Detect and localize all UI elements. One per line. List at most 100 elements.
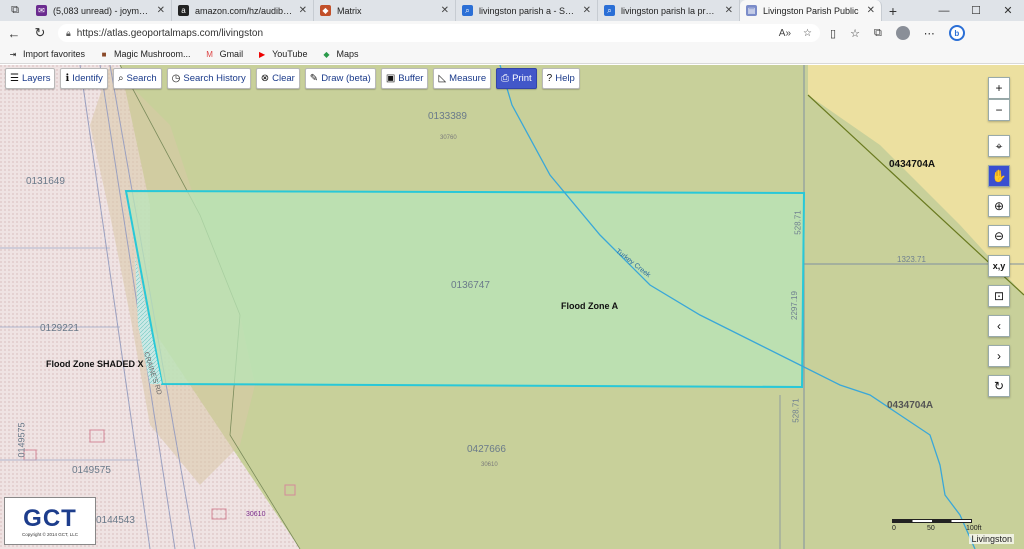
clear-button[interactable]: ⊗ Clear xyxy=(255,68,300,89)
parcel-label: 0136747 xyxy=(451,280,490,291)
pan-button[interactable]: ✋ xyxy=(988,165,1010,187)
search-icon: ⌕ xyxy=(462,5,473,16)
more-menu-icon[interactable]: ⋯ xyxy=(924,27,935,40)
logo-text: GCT xyxy=(23,504,77,532)
new-tab-button[interactable]: + xyxy=(882,0,904,21)
zoom-out-button[interactable]: − xyxy=(988,99,1010,121)
layers-button[interactable]: ☰ Layers xyxy=(5,68,56,89)
scale-tick: 100ft xyxy=(966,525,982,532)
previous-extent-button[interactable]: ‹ xyxy=(988,315,1010,337)
close-tab-icon[interactable]: ✕ xyxy=(299,5,307,16)
tab-title: livingston parish a - Search xyxy=(479,5,577,16)
map-side-tools: + − ⌖ ✋ ⊕ ⊖ x,y ⊡ ‹ › ↻ xyxy=(988,77,1010,405)
address-label: 30610 xyxy=(246,511,266,518)
maximize-icon[interactable]: ☐ xyxy=(960,0,992,21)
zoom-in-button[interactable]: + xyxy=(988,77,1010,99)
full-extent-button[interactable]: ⊡ xyxy=(988,285,1010,307)
tab-title: amazon.com/hz/audible/chec xyxy=(195,5,293,16)
copilot-icon[interactable]: b xyxy=(948,25,965,41)
clear-icon: ⊗ xyxy=(260,73,270,84)
chevron-left-icon: ‹ xyxy=(997,319,1001,333)
favorites-icon[interactable]: ☆ xyxy=(850,27,860,40)
browser-tab-mail[interactable]: ✉ (5,083 unread) - joymartin009 ✕ xyxy=(30,0,172,21)
zoom-out-icon: − xyxy=(995,103,1003,117)
tab-title: Matrix xyxy=(337,5,362,16)
tab-title: Livingston Parish Public xyxy=(763,5,859,16)
button-label: Layers xyxy=(21,73,51,84)
browser-tab-matrix[interactable]: ◆ Matrix ✕ xyxy=(314,0,456,21)
address-label: 30760 xyxy=(440,135,457,141)
page-icon: ▤ xyxy=(746,5,757,16)
close-tab-icon[interactable]: ✕ xyxy=(157,5,165,16)
minimize-icon[interactable]: — xyxy=(928,0,960,21)
youtube-icon: ▶ xyxy=(259,49,266,59)
read-aloud-icon[interactable]: A» xyxy=(779,28,791,39)
ruler-icon: ◺ xyxy=(438,73,447,84)
favorite-gmail[interactable]: M Gmail xyxy=(205,49,244,59)
address-bar-row: ← ↻ 🔒︎ https://atlas.geoportalmaps.com/l… xyxy=(0,21,1024,45)
scale-tick: 0 xyxy=(892,525,896,532)
favorite-youtube[interactable]: ▶ YouTube xyxy=(257,49,307,59)
favorite-star-icon[interactable]: ☆ xyxy=(803,28,812,39)
url-text: https://atlas.geoportalmaps.com/livingst… xyxy=(76,27,264,39)
help-icon: ? xyxy=(546,73,553,84)
parcel-label: 0133389 xyxy=(428,111,467,122)
scale-tick: 50 xyxy=(927,525,935,532)
back-icon[interactable]: ← xyxy=(6,26,22,41)
lock-icon[interactable]: 🔒︎ xyxy=(66,28,71,39)
map-canvas[interactable] xyxy=(0,65,1024,549)
address-bar[interactable]: 🔒︎ https://atlas.geoportalmaps.com/livin… xyxy=(58,24,820,42)
chevron-right-icon: › xyxy=(997,349,1001,363)
window-controls: — ☐ ✕ xyxy=(928,0,1024,21)
map-toolbar: ☰ Layers ℹ Identify ⌕ Search ◷ Search Histor… xyxy=(5,68,580,89)
gmail-icon: M xyxy=(206,49,213,59)
refresh-map-button[interactable]: ↻ xyxy=(988,375,1010,397)
buffer-button[interactable]: ▣ Buffer xyxy=(380,68,429,89)
browser-tab-livingston[interactable]: ▤ Livingston Parish Public ✕ xyxy=(740,0,882,21)
zoom-box-out-button[interactable]: ⊖ xyxy=(988,225,1010,247)
search-history-button[interactable]: ◷ Search History xyxy=(166,68,251,89)
locate-button[interactable]: ⌖ xyxy=(988,135,1010,157)
button-label: Measure xyxy=(449,73,487,84)
favorite-label: YouTube xyxy=(272,49,308,59)
search-button[interactable]: ⌕ Search xyxy=(112,68,162,89)
close-tab-icon[interactable]: ✕ xyxy=(867,5,875,16)
measure-button[interactable]: ◺ Measure xyxy=(433,68,492,89)
xy-button[interactable]: x,y xyxy=(988,255,1010,277)
close-window-icon[interactable]: ✕ xyxy=(992,0,1024,21)
identify-button[interactable]: ℹ Identify xyxy=(60,68,108,89)
split-screen-icon[interactable]: ▯ xyxy=(830,27,836,40)
map-view[interactable]: ☰ Layers ℹ Identify ⌕ Search ◷ Search Histor… xyxy=(0,65,1024,549)
workspaces-icon[interactable]: ⧉ xyxy=(0,0,30,21)
zoom-box-in-button[interactable]: ⊕ xyxy=(988,195,1010,217)
printer-icon: ⎙ xyxy=(501,73,510,84)
extent-icon: ⊡ xyxy=(993,289,1005,303)
collections-icon[interactable]: ⧉ xyxy=(874,27,882,40)
favorite-magic-mushroom[interactable]: ■ Magic Mushroom... xyxy=(99,49,191,59)
browser-tab-search-2[interactable]: ⌕ livingston parish la property s ✕ xyxy=(598,0,740,21)
draw-button[interactable]: ✎ Draw (beta) xyxy=(304,68,376,89)
zoom-in-icon: + xyxy=(995,81,1003,95)
next-extent-button[interactable]: › xyxy=(988,345,1010,367)
favorite-maps[interactable]: ◆ Maps xyxy=(321,49,358,59)
mail-icon: ✉ xyxy=(36,5,47,16)
refresh-icon[interactable]: ↻ xyxy=(32,25,48,41)
print-button[interactable]: ⎙ Print xyxy=(496,68,537,89)
refresh-icon: ↻ xyxy=(993,379,1005,393)
parcel-label: 0129221 xyxy=(40,323,79,334)
xy-label: x,y xyxy=(992,261,1006,271)
parcel-label: 0434704A xyxy=(889,159,936,170)
help-button[interactable]: ? Help xyxy=(541,68,580,89)
crosshair-icon: ⌖ xyxy=(995,138,1003,153)
close-tab-icon[interactable]: ✕ xyxy=(725,5,733,16)
favorites-bar: ⇥ Import favorites ■ Magic Mushroom... M… xyxy=(0,45,1024,64)
browser-tab-search-1[interactable]: ⌕ livingston parish a - Search ✕ xyxy=(456,0,598,21)
close-tab-icon[interactable]: ✕ xyxy=(583,5,591,16)
favorite-label: Gmail xyxy=(219,49,244,59)
button-label: Identify xyxy=(72,73,103,84)
close-tab-icon[interactable]: ✕ xyxy=(441,5,449,16)
favorite-import[interactable]: ⇥ Import favorites xyxy=(8,49,85,59)
bookmark-icon: ■ xyxy=(101,49,107,59)
profile-avatar[interactable] xyxy=(895,26,910,40)
browser-tab-amazon[interactable]: a amazon.com/hz/audible/chec ✕ xyxy=(172,0,314,21)
